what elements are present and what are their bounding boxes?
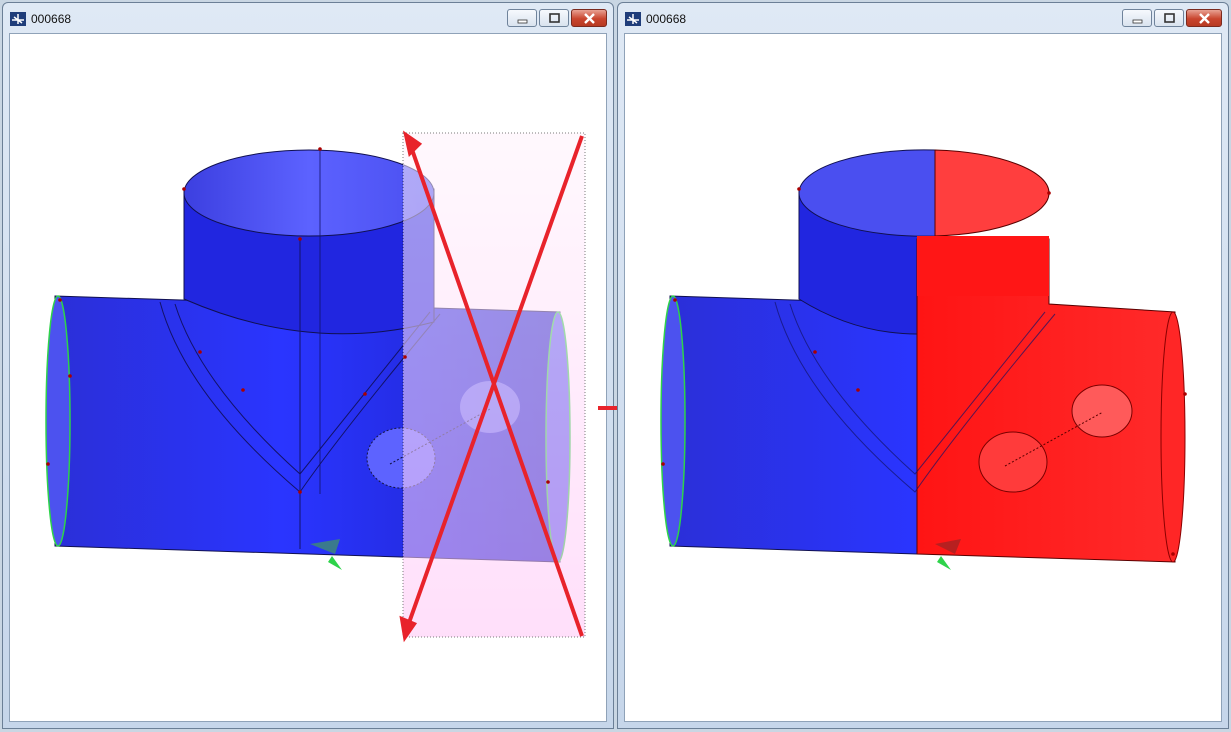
pipe-end-right: [1160, 311, 1186, 563]
pipe-end-left: [45, 295, 71, 547]
minimize-icon: [517, 19, 528, 24]
minimize-icon: [1132, 19, 1143, 24]
branch-top-face: [183, 149, 435, 237]
app-logo-icon: [625, 12, 641, 26]
viewport-window-left[interactable]: 000668: [2, 2, 614, 729]
hole-far: [1071, 384, 1133, 438]
close-button[interactable]: [571, 9, 607, 27]
tee-pipe-model-left[interactable]: [10, 34, 607, 722]
close-icon: [584, 13, 595, 24]
viewport-window-right[interactable]: 000668: [617, 2, 1229, 729]
3d-viewport-left[interactable]: [9, 33, 607, 722]
branch-pipe-body-red: [917, 236, 1049, 296]
title-bar[interactable]: 000668: [3, 3, 613, 33]
maximize-button[interactable]: [1154, 9, 1184, 27]
3d-viewport-right[interactable]: [624, 33, 1222, 722]
close-button[interactable]: [1186, 9, 1222, 27]
maximize-icon: [549, 13, 560, 23]
branch-top-face-red: [934, 149, 1050, 237]
window-title: 000668: [646, 12, 687, 26]
app-logo-icon: [10, 12, 26, 26]
maximize-icon: [1164, 13, 1175, 23]
window-title: 000668: [31, 12, 72, 26]
main-pipe-body-blue: [669, 295, 918, 555]
close-icon: [1199, 13, 1210, 24]
tee-pipe-model-right[interactable]: [625, 34, 1222, 722]
pipe-end-left: [660, 295, 686, 547]
minimize-button[interactable]: [507, 9, 537, 27]
maximize-button[interactable]: [539, 9, 569, 27]
minimize-button[interactable]: [1122, 9, 1152, 27]
title-bar[interactable]: 000668: [618, 3, 1228, 33]
